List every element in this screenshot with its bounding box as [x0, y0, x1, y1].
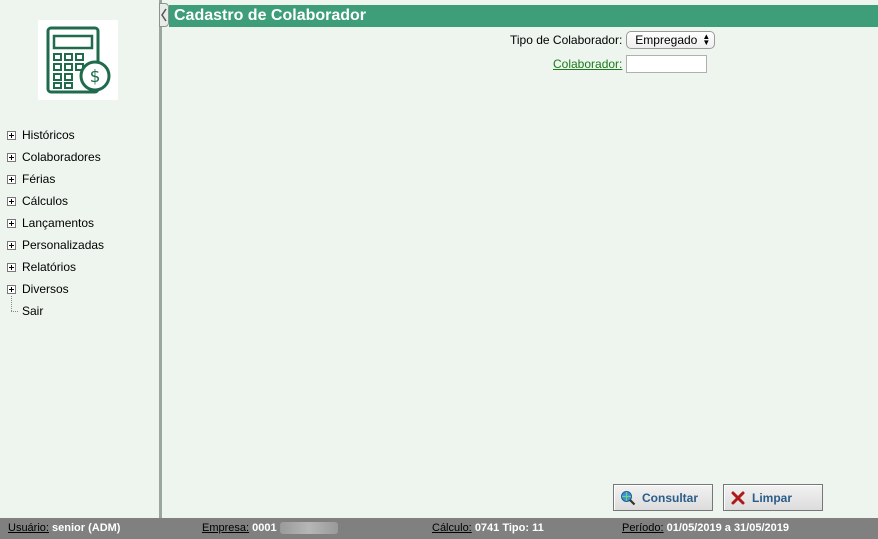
tipo-colaborador-select[interactable]: Empregado ▲ ▼	[626, 31, 716, 49]
collapse-sidebar-button[interactable]	[159, 3, 169, 27]
tree-item-calculos[interactable]: Cálculos	[7, 190, 104, 212]
tree-item-ferias[interactable]: Férias	[7, 168, 104, 190]
empresa-key: Empresa:	[202, 522, 250, 534]
tree-item-label: Históricos	[22, 128, 75, 142]
expand-plus-icon[interactable]	[7, 174, 16, 184]
redacted-company-name	[279, 522, 338, 535]
svg-text:$: $	[90, 67, 101, 87]
limpar-button[interactable]: Limpar	[723, 484, 823, 511]
consultar-button[interactable]: Consultar	[613, 484, 713, 511]
expand-plus-icon[interactable]	[7, 152, 16, 162]
colaborador-input[interactable]	[626, 55, 708, 73]
tree-item-historicos[interactable]: Históricos	[7, 124, 104, 146]
status-usuario: Usuário: senior (ADM)	[8, 522, 120, 534]
page-title: Cadastro de Colaborador	[169, 5, 878, 27]
tree-item-sair[interactable]: Sair	[7, 295, 104, 322]
expand-plus-icon[interactable]	[7, 284, 16, 294]
calculator-dollar-icon: $	[46, 26, 111, 94]
expand-plus-icon[interactable]	[7, 262, 16, 272]
payroll-calculator-logo: $	[38, 20, 118, 100]
empresa-value: 0001	[252, 522, 277, 534]
search-globe-icon	[621, 490, 636, 505]
tree-item-label: Lançamentos	[22, 216, 95, 230]
status-empresa: Empresa: 0001	[202, 522, 338, 535]
expand-plus-icon[interactable]	[7, 240, 16, 250]
tree-item-label: Personalizadas	[22, 238, 105, 252]
periodo-key: Período:	[622, 522, 664, 534]
tree-leaf-line-icon	[7, 295, 18, 316]
consultar-label: Consultar	[642, 490, 699, 505]
tree-item-lancamentos[interactable]: Lançamentos	[7, 212, 104, 234]
status-periodo: Período: 01/05/2019 a 31/05/2019	[622, 522, 789, 534]
tree-item-label: Relatórios	[22, 260, 77, 274]
tree-item-label: Cálculos	[22, 194, 69, 208]
tipo-colaborador-row: Tipo de Colaborador: Empregado ▲ ▼	[510, 30, 716, 50]
expand-plus-icon[interactable]	[7, 130, 16, 140]
sidebar-splitter[interactable]	[159, 0, 162, 518]
tree-item-label: Sair	[22, 304, 44, 318]
tree-item-personalizadas[interactable]: Personalizadas	[7, 234, 104, 256]
tree-item-label: Férias	[22, 172, 56, 186]
calculo-key: Cálculo:	[432, 522, 472, 534]
close-x-icon	[731, 491, 745, 504]
tree-item-label: Colaboradores	[22, 150, 101, 164]
periodo-value: 01/05/2019 a 31/05/2019	[666, 522, 789, 534]
status-bar: Usuário: senior (ADM) Empresa: 0001 Cálc…	[0, 518, 878, 539]
tree-item-label: Diversos	[22, 282, 69, 296]
select-arrows-icon: ▲ ▼	[702, 32, 711, 47]
chevron-left-icon	[161, 8, 167, 22]
usuario-key: Usuário:	[8, 522, 49, 534]
tipo-colaborador-value: Empregado	[635, 33, 698, 47]
status-calculo: Cálculo: 0741 Tipo: 11	[432, 522, 544, 534]
usuario-value: senior (ADM)	[52, 522, 121, 534]
tipo-colaborador-label: Tipo de Colaborador:	[510, 33, 623, 47]
tree-item-relatorios[interactable]: Relatórios	[7, 256, 104, 278]
limpar-label: Limpar	[752, 490, 793, 505]
tree-item-diversos[interactable]: Diversos	[7, 278, 104, 300]
colaborador-link[interactable]: Colaborador:	[553, 57, 622, 71]
expand-plus-icon[interactable]	[7, 218, 16, 228]
expand-plus-icon[interactable]	[7, 196, 16, 206]
navigation-tree: Históricos Colaboradores Férias Cálculos…	[7, 124, 104, 322]
sidebar: $ Históricos Colaboradores Férias Cálcul…	[0, 0, 159, 518]
calculo-value: 0741 Tipo: 11	[474, 522, 544, 534]
tree-item-colaboradores[interactable]: Colaboradores	[7, 146, 104, 168]
colaborador-row: Colaborador:	[553, 55, 708, 73]
